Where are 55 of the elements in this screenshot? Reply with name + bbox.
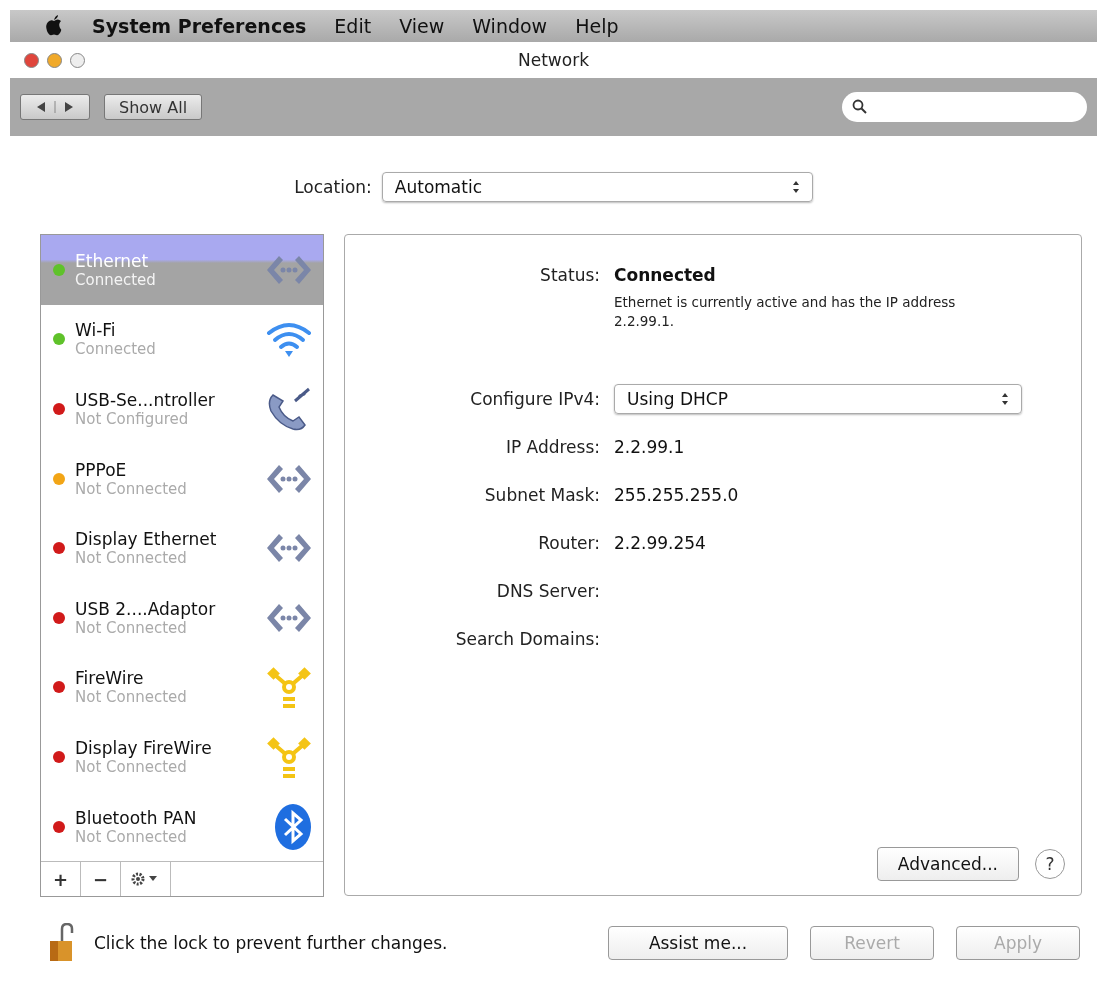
service-name: USB-Se...ntroller [75,390,216,410]
service-status: Not Connected [75,757,188,776]
apple-logo-icon[interactable] [44,15,64,37]
field-label: Subnet Mask: [483,484,600,505]
service-status: Not Connected [75,827,188,846]
service-name: Display FireWire [75,737,213,758]
service-name: Wi-Fi [75,320,117,341]
service-name: PPPoE [75,459,128,480]
updown-arrows-icon [1001,391,1009,406]
field-label: Search Domains: [454,628,600,649]
location-select[interactable]: Automatic [381,172,813,202]
left-right-arrows-icon [35,100,75,114]
bluetooth-icon [273,802,313,851]
menu-item[interactable]: Window [472,15,548,37]
show-all-button[interactable]: Show All [104,94,203,120]
status-description: Ethernet is currently active and has the IP address 2.2.99.1. [614,293,957,331]
service-name: FireWire [75,668,145,689]
service-status: Not Connected [75,688,188,707]
service-status: Connected [75,340,157,359]
lock-message: Click the lock to prevent further changes. [94,933,448,954]
field-value: 2.2.99.254 [614,532,707,553]
menu-item[interactable]: Help [575,15,619,37]
updown-arrows-icon [791,180,800,194]
service-status: Connected [75,270,157,289]
search-icon [852,99,868,115]
field-label: Router: [537,532,600,553]
field-value: 255.255.255.0 [614,484,740,505]
advanced-button[interactable]: Advanced... [876,847,1019,881]
location-label: Location: [294,177,372,197]
menu-item[interactable]: View [399,15,445,37]
back-forward-button[interactable] [20,94,90,120]
window-title: Network [518,50,589,70]
minimize-icon[interactable] [47,52,62,68]
field-value: 2.2.99.1 [614,436,686,457]
menu-item[interactable]: Edit [334,15,372,37]
service-name: USB 2....Adaptor [75,598,217,619]
field-label: IP Address: [504,436,600,457]
status-label: Status: [539,265,600,285]
service-status: Not Connected [75,549,188,568]
status-value: Connected [614,265,717,285]
search-field[interactable] [842,92,1087,122]
ipv4-select[interactable]: Using DHCP [614,383,1022,414]
service-name: Display Ethernet [75,529,218,550]
service-status: Not Connected [75,479,188,498]
service-name: Bluetooth PAN [75,807,198,828]
field-label: Configure IPv4: [469,388,600,409]
service-name: Ethernet [75,250,150,271]
zoom-icon[interactable] [70,52,85,68]
service-status: Not Configured [75,410,190,428]
close-icon[interactable] [24,52,39,68]
app-menu[interactable]: System Preferences [92,15,307,37]
help-button[interactable]: ? [1035,849,1065,879]
footer-button[interactable]: Assist me... [608,926,788,961]
field-label: DNS Server: [495,580,600,601]
service-status: Not Connected [75,618,187,637]
